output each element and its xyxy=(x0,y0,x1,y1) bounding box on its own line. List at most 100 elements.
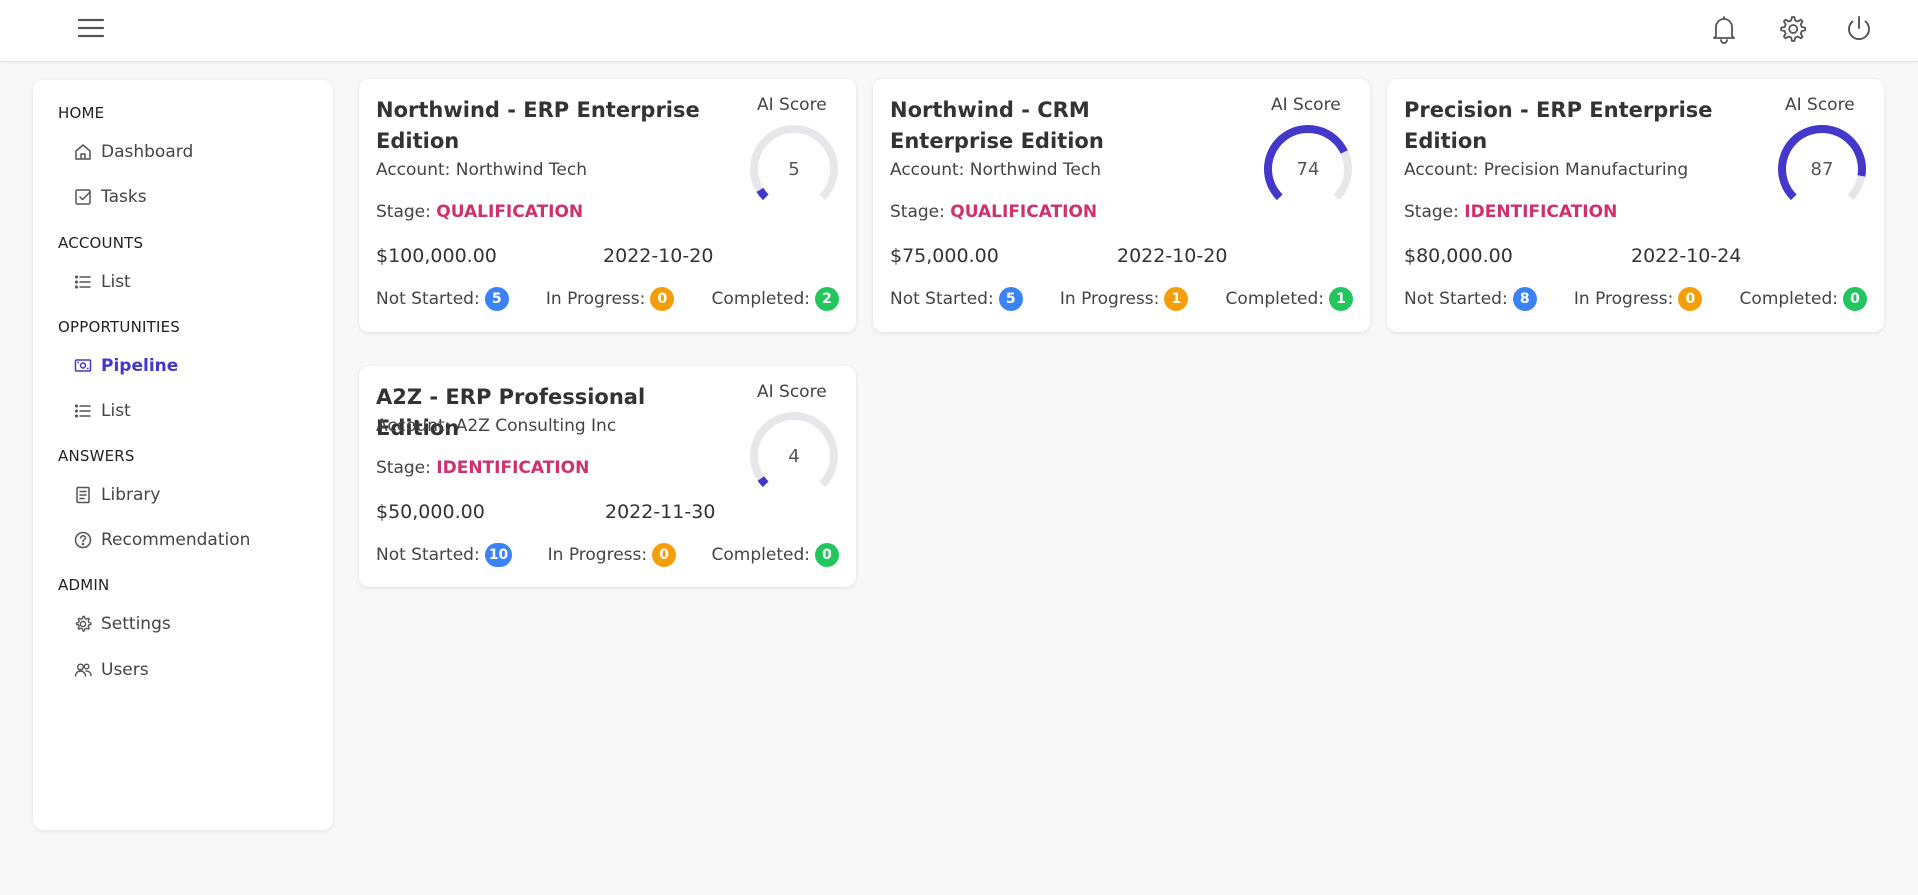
count-badge: 8 xyxy=(1512,287,1537,311)
ai-score-label: AI Score xyxy=(1785,95,1855,115)
settings-gear-icon[interactable] xyxy=(1775,12,1809,46)
sidebar-item-settings[interactable]: Settings xyxy=(73,610,171,638)
opportunity-amount: $75,000.00 xyxy=(890,245,999,267)
ai-score-value: 4 xyxy=(788,446,799,467)
count-badge: 0 xyxy=(650,287,675,311)
opportunity-card[interactable]: A2Z - ERP Professional Edition Account: … xyxy=(359,366,856,587)
opportunity-title: Precision - ERP Enterprise Edition xyxy=(1404,98,1713,153)
sidebar-section-opportunities: OPPORTUNITIES xyxy=(58,318,181,336)
not-started-count: Not Started: 5 xyxy=(376,287,509,311)
opportunity-stage: Stage: IDENTIFICATION xyxy=(376,458,590,478)
stage-value: IDENTIFICATION xyxy=(436,458,590,478)
in-progress-count: In Progress: 0 xyxy=(1574,287,1703,311)
opportunity-card[interactable]: Northwind - ERP Enterprise Edition Accou… xyxy=(359,79,856,332)
opportunity-account: Account: Precision Manufacturing xyxy=(1404,160,1689,180)
gauge-value-arc xyxy=(756,187,769,201)
opportunity-title: Northwind - CRM Enterprise Edition xyxy=(890,98,1104,153)
ai-score-value: 5 xyxy=(788,159,799,180)
opportunity-amount: $100,000.00 xyxy=(376,245,497,267)
users-icon xyxy=(73,660,93,680)
count-badge: 0 xyxy=(1843,287,1867,311)
ai-score-label: AI Score xyxy=(757,382,827,402)
count-badge: 10 xyxy=(484,543,513,567)
count-badge: 0 xyxy=(652,543,677,567)
completed-count: Completed: 1 xyxy=(1226,287,1353,311)
count-badge: 1 xyxy=(1164,287,1189,311)
opportunity-date: 2022-10-24 xyxy=(1631,245,1742,267)
checkbox-icon xyxy=(73,187,93,207)
opportunity-account: Account: A2Z Consulting Inc xyxy=(376,416,617,436)
ai-score-gauge: 5 xyxy=(750,125,838,201)
task-counts: Not Started: 5 In Progress: 0 Completed: 2 xyxy=(376,287,839,311)
opportunity-card[interactable]: Northwind - CRM Enterprise Edition Accou… xyxy=(873,79,1370,332)
not-started-count: Not Started: 5 xyxy=(890,287,1023,311)
completed-count: Completed: 0 xyxy=(1740,287,1867,311)
sidebar-item-label: Recommendation xyxy=(101,530,251,550)
count-badge: 5 xyxy=(998,287,1023,311)
not-started-count: Not Started: 8 xyxy=(1404,287,1537,311)
opportunity-date: 2022-11-30 xyxy=(605,501,716,523)
opportunity-date: 2022-10-20 xyxy=(603,245,714,267)
sidebar-item-accounts-list[interactable]: List xyxy=(73,268,131,296)
stage-value: IDENTIFICATION xyxy=(1464,202,1618,222)
pipeline-icon xyxy=(73,356,93,376)
opportunity-amount: $50,000.00 xyxy=(376,501,485,523)
sidebar-item-dashboard[interactable]: Dashboard xyxy=(73,138,193,166)
sidebar-item-pipeline[interactable]: Pipeline xyxy=(73,352,178,380)
opportunity-account: Account: Northwind Tech xyxy=(376,160,587,180)
question-circle-icon xyxy=(73,530,93,550)
sidebar-item-opportunities-list[interactable]: List xyxy=(73,397,131,425)
count-badge: 0 xyxy=(814,543,839,567)
opportunity-amount: $80,000.00 xyxy=(1404,245,1513,267)
in-progress-count: In Progress: 0 xyxy=(548,543,677,567)
gauge-value-arc xyxy=(757,476,769,488)
in-progress-count: In Progress: 0 xyxy=(546,287,675,311)
sidebar-section-answers: ANSWERS xyxy=(58,447,135,465)
sidebar-item-label: List xyxy=(101,401,131,421)
task-counts: Not Started: 5 In Progress: 1 Completed: 1 xyxy=(890,287,1353,311)
stage-value: QUALIFICATION xyxy=(950,202,1098,222)
count-badge: 0 xyxy=(1678,287,1703,311)
opportunity-date: 2022-10-20 xyxy=(1117,245,1228,267)
ai-score-value: 74 xyxy=(1297,159,1320,180)
list-icon xyxy=(73,401,93,421)
ai-score-value: 87 xyxy=(1811,159,1834,180)
sidebar-item-label: Tasks xyxy=(101,187,147,207)
sidebar-item-label: Pipeline xyxy=(101,356,179,376)
list-icon xyxy=(73,272,93,292)
home-icon xyxy=(73,142,93,162)
count-badge: 2 xyxy=(815,287,839,311)
completed-count: Completed: 2 xyxy=(712,287,839,311)
hamburger-menu-icon[interactable] xyxy=(76,16,106,40)
opportunity-title: Northwind - ERP Enterprise Edition xyxy=(376,98,700,153)
gear-icon xyxy=(73,614,93,634)
sidebar-section-accounts: ACCOUNTS xyxy=(58,234,144,252)
top-bar xyxy=(0,0,1918,62)
ai-score-gauge: 87 xyxy=(1778,125,1866,201)
stage-value: QUALIFICATION xyxy=(436,202,584,222)
sidebar-item-library[interactable]: Library xyxy=(73,481,160,509)
ai-score-label: AI Score xyxy=(757,95,827,115)
sidebar-item-tasks[interactable]: Tasks xyxy=(73,183,147,211)
power-icon[interactable] xyxy=(1842,12,1876,46)
ai-score-gauge: 74 xyxy=(1263,124,1352,201)
sidebar: HOME Dashboard Tasks ACCOUNTS List OPPOR… xyxy=(33,80,333,830)
completed-count: Completed: 0 xyxy=(712,543,839,567)
sidebar-item-recommendation[interactable]: Recommendation xyxy=(73,526,250,554)
sidebar-item-label: List xyxy=(101,272,131,292)
bell-icon[interactable] xyxy=(1707,12,1741,46)
book-icon xyxy=(73,485,93,505)
not-started-count: Not Started: 10 xyxy=(376,543,513,567)
ai-score-label: AI Score xyxy=(1271,95,1341,115)
task-counts: Not Started: 8 In Progress: 0 Completed: 0 xyxy=(1404,287,1867,311)
sidebar-section-admin: ADMIN xyxy=(58,576,110,594)
sidebar-item-users[interactable]: Users xyxy=(73,656,149,684)
sidebar-item-label: Users xyxy=(101,660,149,680)
sidebar-section-home: HOME xyxy=(58,104,105,122)
sidebar-item-label: Dashboard xyxy=(101,142,194,162)
opportunity-stage: Stage: QUALIFICATION xyxy=(890,202,1098,222)
task-counts: Not Started: 10 In Progress: 0 Completed: 0 xyxy=(376,543,839,567)
opportunity-stage: Stage: QUALIFICATION xyxy=(376,202,584,222)
count-badge: 5 xyxy=(484,287,509,311)
opportunity-card[interactable]: Precision - ERP Enterprise Edition Accou… xyxy=(1387,79,1884,332)
